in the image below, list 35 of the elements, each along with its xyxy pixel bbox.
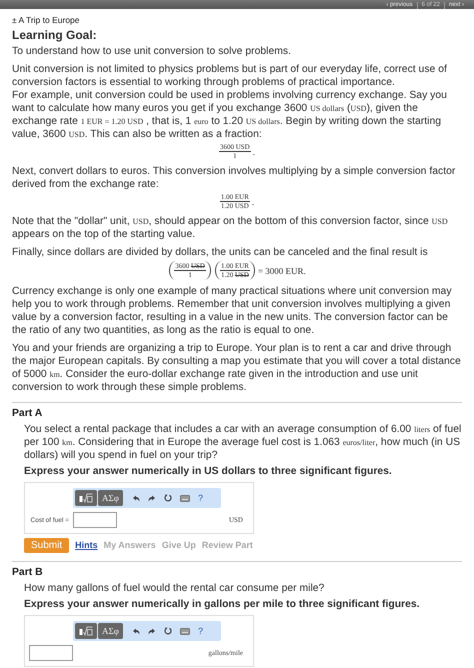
paragraph: Next, convert dollars to euros. This conversion involves multiplying by a simple conversion factor derived from the exchange rate:	[12, 165, 456, 191]
section-heading: Learning Goal:	[12, 29, 98, 42]
hints-link[interactable]: Hints	[75, 539, 98, 552]
paragraph: You and your friends are organizing a trip to Europe. Your plan is to rent a car and drive through the major European capitals. By consulting a map you estimate that you will cover a total distance of 5000 km. Consider the euro-dollar exchange rate given in the introduction and use unit conversion to work through these simple problems.	[12, 342, 462, 394]
paragraph: Note that the "dollar" unit, USD, should appear on the bottom of this conversion factor, since USD appears on the top of the starting value.	[12, 215, 449, 241]
submit-button[interactable]: Submit	[24, 538, 70, 553]
redo-icon[interactable]	[148, 628, 156, 634]
answer-input[interactable]	[29, 645, 73, 661]
undo-icon[interactable]	[132, 628, 140, 634]
symbols-button[interactable]: ΑΣφ	[98, 490, 123, 506]
symbols-button[interactable]: ΑΣφ	[98, 623, 123, 639]
help-button[interactable]: ?	[198, 493, 203, 503]
learning-goal-text: To understand how to use unit conversion to solve problems.	[12, 45, 292, 58]
paragraph: Finally, since dollars are divided by dollars, the units can be canceled and the final result is	[12, 246, 429, 259]
part-title: Part A	[12, 407, 44, 420]
keyboard-icon[interactable]	[180, 628, 190, 634]
square-root-icon	[79, 493, 93, 503]
answer-input[interactable]	[73, 512, 117, 528]
instruction-text: Express your answer numerically in gallons per mile to three significant figures.	[24, 598, 421, 611]
part-title: Part B	[12, 566, 44, 579]
help-button[interactable]: ?	[198, 626, 203, 636]
paragraph: Unit conversion is not limited to physics problems but is part of our everyday life, correct use of conversion factors is essential to working through problems of practical importance. For example, unit conversion could be used in problems involving currency exchange. Say you want to calculate how many euros you get if you exchange 3600 US dollars (USD), given the exchange rate 1 EUR = 1.20 USD , that is, 1 euro to 1.20 US dollars. Begin by writing down the starting value, 3600 USD. This can also be written as a fraction:	[12, 63, 448, 141]
reset-icon[interactable]	[164, 627, 172, 635]
instruction-text: Express your answer numerically in US dollars to three significant figures.	[24, 465, 393, 478]
question-text: You select a rental package that includes a car with an average consumption of 6.00 liters of fuel per 100 km. Considering that in Europe the average fuel cost is 1.063 euros/liter, how much (in US dollars) will you spend in fuel on your trip?	[24, 423, 462, 462]
undo-icon[interactable]	[132, 494, 140, 502]
templates-button[interactable]	[75, 490, 97, 506]
reset-icon[interactable]	[164, 494, 172, 502]
paragraph: Currency exchange is only one example of many practical situations where unit conversion may help you to work through problems. Remember that unit conversion involves multiplying a given value by a conversion factor, resulting in a value in the new units. The conversion factor can be the ratio of any two quantities, as long as the ratio is equal to one.	[12, 285, 453, 337]
templates-button[interactable]	[75, 623, 97, 639]
square-root-icon	[79, 626, 93, 636]
question-text: How many gallons of fuel would the rental car consume per mile?	[24, 582, 326, 595]
problem-title: ± A Trip to Europe	[12, 14, 81, 26]
keyboard-icon[interactable]	[180, 494, 190, 502]
redo-icon[interactable]	[148, 494, 156, 502]
